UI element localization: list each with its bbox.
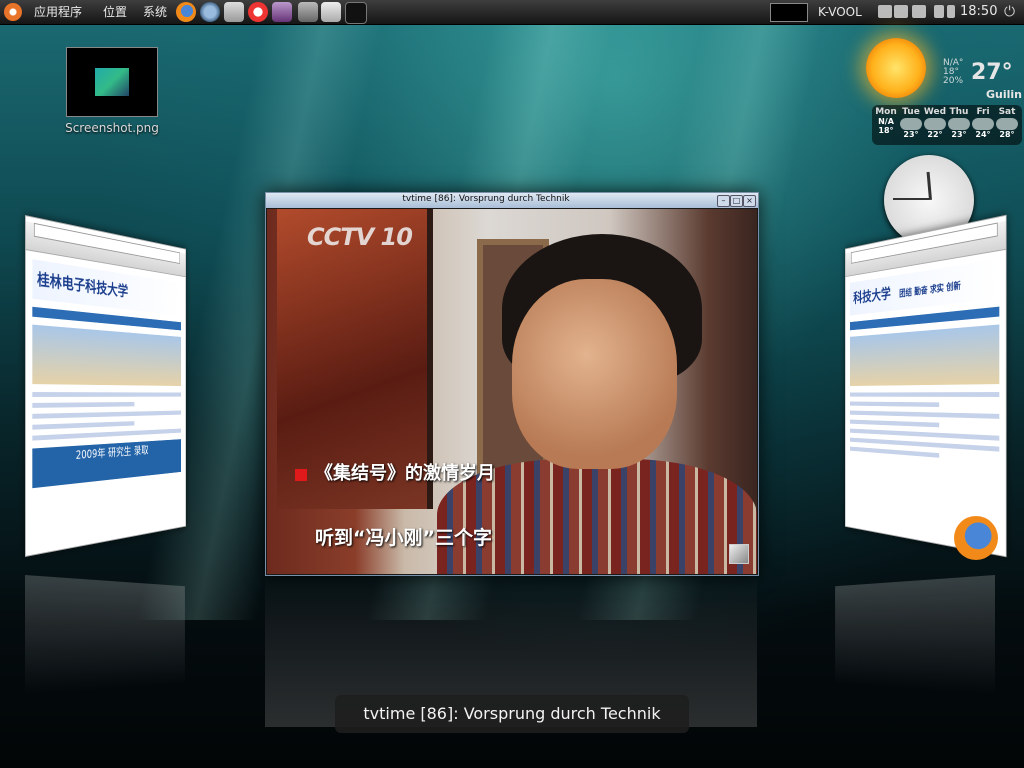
terminal-launcher-icon[interactable] <box>345 2 367 24</box>
text-line <box>32 392 181 397</box>
text-line <box>850 392 999 397</box>
weather-forecast: Mon N/A 18° Tue 23° Wed 22° Thu 23° Fri 24° Sa… <box>872 105 1022 145</box>
panel-clock[interactable]: 18:50 <box>960 0 997 24</box>
applications-menu[interactable]: 应用程序 <box>34 0 82 24</box>
text-line <box>850 402 939 407</box>
forecast-day: Thu 23° <box>946 107 972 139</box>
site-motto: 团结 勤奋 求实 创新 <box>899 281 961 299</box>
subtitle-marker <box>295 469 307 481</box>
window-switcher-caption: tvtime [86]: Vorsprung durch Technik <box>335 695 689 733</box>
volume-icon[interactable] <box>934 5 944 18</box>
rain-cloud-icon <box>900 118 922 130</box>
image-thumbnail-icon <box>66 47 158 117</box>
display-icon[interactable] <box>912 5 926 18</box>
current-temperature: 27° <box>971 60 1013 85</box>
address-bar <box>34 223 180 264</box>
weather-city: Guilin <box>986 88 1022 101</box>
switcher-window-left[interactable]: 桂林电子科技大学 2009年 研究生 录取 <box>25 215 196 575</box>
keyboard-icon[interactable] <box>878 5 892 18</box>
storm-cloud-icon <box>996 118 1018 130</box>
firefox-launcher-icon[interactable] <box>176 2 196 22</box>
places-menu[interactable]: 位置 <box>103 0 127 24</box>
network-icon[interactable] <box>894 5 908 18</box>
maximize-button[interactable]: □ <box>730 195 743 207</box>
forecast-day: Mon N/A 18° <box>873 107 899 135</box>
minimize-button[interactable]: – <box>717 195 730 207</box>
tvtime-logo-icon <box>729 544 749 564</box>
subtitle-top: 《集结号》的激情岁月 <box>315 459 495 485</box>
document-launcher-icon[interactable] <box>321 2 341 22</box>
weather-detail-line: 20% <box>943 77 963 86</box>
browser-window-left[interactable]: 桂林电子科技大学 2009年 研究生 录取 <box>25 215 186 557</box>
mail-icon[interactable] <box>947 5 955 18</box>
tray-monitor[interactable] <box>770 3 808 22</box>
subtitle-bottom: 听到“冯小刚”三个字 <box>315 523 492 550</box>
firefox-icon <box>954 516 998 560</box>
tv-video-frame[interactable]: CCTV 10 《集结号》的激情岁月 听到“冯小刚”三个字 <box>267 209 757 574</box>
storm-cloud-icon <box>972 118 994 130</box>
username-label[interactable]: K-VOOL <box>818 0 862 24</box>
desktop-file-label: Screenshot.png <box>62 121 162 135</box>
forecast-day: Wed 22° <box>922 107 948 139</box>
text-line <box>32 402 134 408</box>
sunny-weather-icon <box>866 38 926 98</box>
text-line <box>32 429 181 441</box>
forecast-day: Sat 28° <box>994 107 1020 139</box>
clock-hour-hand <box>927 172 932 200</box>
text-line <box>32 421 134 430</box>
forecast-day: Fri 24° <box>970 107 996 139</box>
person-face <box>512 279 677 469</box>
site-banner: 2009年 研究生 录取 <box>32 439 181 488</box>
top-panel: 应用程序 位置 系统 K-VOOL 18:50 ⏻ <box>0 0 1024 25</box>
site-photo <box>850 324 999 386</box>
window-reflection <box>835 575 995 695</box>
site-title: 科技大学 <box>853 285 890 306</box>
rain-cloud-icon <box>924 118 946 130</box>
forecast-day: Tue 23° <box>898 107 924 139</box>
window-reflection <box>25 575 185 695</box>
browser-window-right[interactable]: 科技大学 团结 勤奋 求实 创新 <box>845 215 1007 558</box>
text-line <box>850 420 939 428</box>
text-line <box>850 447 939 458</box>
desktop-file-screenshot[interactable]: Screenshot.png <box>62 47 162 135</box>
home-folder-launcher-icon[interactable] <box>224 2 244 22</box>
thunderbird-launcher-icon[interactable] <box>200 2 220 22</box>
close-button[interactable]: × <box>743 195 756 207</box>
weather-details: N/A° 18° 20% <box>943 59 963 86</box>
pidgin-launcher-icon[interactable] <box>272 2 292 22</box>
power-icon[interactable]: ⏻ <box>1004 0 1015 24</box>
window-titlebar[interactable]: tvtime [86]: Vorsprung durch Technik – □… <box>266 193 758 208</box>
channel-logo: CCTV 10 <box>307 223 412 251</box>
text-line <box>32 411 181 419</box>
help-launcher-icon[interactable] <box>248 2 268 22</box>
desktop-background: 应用程序 位置 系统 K-VOOL 18:50 ⏻ Screenshot.png… <box>0 0 1024 768</box>
site-photo <box>32 325 181 386</box>
system-menu[interactable]: 系统 <box>143 0 167 24</box>
tvtime-window[interactable]: tvtime [86]: Vorsprung durch Technik – □… <box>265 192 759 576</box>
storm-cloud-icon <box>948 118 970 130</box>
ubuntu-logo-icon[interactable] <box>4 3 22 21</box>
editor-launcher-icon[interactable] <box>298 2 318 22</box>
window-title: tvtime [86]: Vorsprung durch Technik <box>266 194 706 204</box>
text-line <box>850 411 999 419</box>
clock-minute-hand <box>893 198 929 200</box>
weather-widget[interactable]: N/A° 18° 20% 27° Guilin Mon N/A 18° Tue 23°… <box>858 30 1024 148</box>
